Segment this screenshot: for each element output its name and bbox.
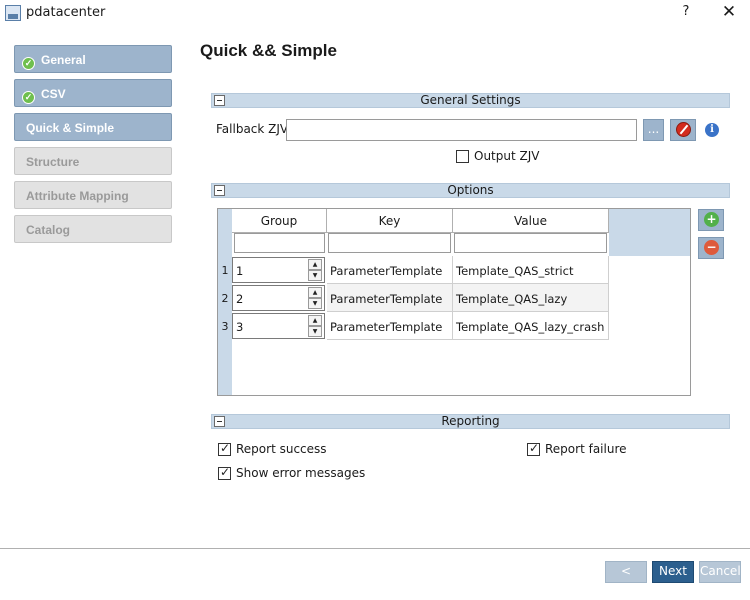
footer-divider <box>0 548 750 549</box>
general-settings-section-header[interactable]: General Settings <box>211 93 730 108</box>
row-number: 1 <box>221 264 229 277</box>
reporting-section-header[interactable]: Reporting <box>211 414 730 429</box>
filter-input-key[interactable] <box>328 233 451 253</box>
plus-icon: + <box>704 212 719 227</box>
clear-button[interactable] <box>670 119 696 141</box>
show-error-messages-checkbox[interactable] <box>218 465 231 480</box>
report-failure-label: Report failure <box>545 442 627 456</box>
stepper-value: 1 <box>236 264 244 278</box>
filter-input-group[interactable] <box>234 233 325 253</box>
decrement-icon[interactable]: ▼ <box>308 270 322 281</box>
increment-icon[interactable]: ▲ <box>308 315 322 326</box>
table-cell-key[interactable]: ParameterTemplate <box>327 256 453 284</box>
step-label: Quick & Simple <box>26 121 115 135</box>
options-section-header[interactable]: Options <box>211 183 730 198</box>
stepper-value: 3 <box>236 320 244 334</box>
fallback-zjv-input[interactable] <box>286 119 637 141</box>
increment-icon[interactable]: ▲ <box>308 287 322 298</box>
sidebar-step-quick-simple[interactable]: Quick & Simple <box>14 113 172 141</box>
report-success-label: Report success <box>236 442 327 456</box>
column-header-value[interactable]: Value <box>453 209 609 233</box>
table-cell-value[interactable]: Template_QAS_lazy_crash <box>453 312 609 340</box>
step-label: Attribute Mapping <box>26 189 129 203</box>
table-cell-key[interactable]: ParameterTemplate <box>327 284 453 312</box>
section-title: General Settings <box>420 93 521 107</box>
check-icon: ✓ <box>22 57 35 70</box>
section-title: Reporting <box>441 414 500 428</box>
show-error-messages-label: Show error messages <box>236 466 366 480</box>
remove-row-button[interactable]: − <box>698 237 724 259</box>
window-title: pdatacenter <box>26 5 106 20</box>
filter-input-value[interactable] <box>454 233 607 253</box>
sidebar-step-structure: Structure <box>14 147 172 175</box>
close-button[interactable]: ✕ <box>719 2 739 22</box>
column-header-key[interactable]: Key <box>327 209 453 233</box>
table-cell-key[interactable]: ParameterTemplate <box>327 312 453 340</box>
section-title: Options <box>447 183 494 197</box>
step-label: Catalog <box>26 223 71 237</box>
report-success-checkbox[interactable] <box>218 441 231 456</box>
output-zjv-label: Output ZJV <box>474 149 540 163</box>
sidebar-step-csv[interactable]: ✓ CSV <box>14 79 172 107</box>
decrement-icon[interactable]: ▼ <box>308 298 322 309</box>
report-failure-checkbox[interactable] <box>527 441 540 456</box>
minus-icon: − <box>704 240 719 255</box>
decrement-icon[interactable]: ▼ <box>308 326 322 337</box>
next-button[interactable]: Next > <box>652 561 694 597</box>
column-header-group[interactable]: Group <box>232 209 327 233</box>
group-stepper[interactable]: 3 ▲ ▼ <box>232 313 325 339</box>
app-icon <box>5 5 21 21</box>
table-cell-value[interactable]: Template_QAS_lazy <box>453 284 609 312</box>
step-label: Structure <box>26 155 80 169</box>
prohibit-icon <box>676 122 691 137</box>
sidebar-step-attribute-mapping: Attribute Mapping <box>14 181 172 209</box>
page-title: Quick && Simple <box>200 41 337 60</box>
increment-icon[interactable]: ▲ <box>308 259 322 270</box>
sidebar-step-catalog: Catalog <box>14 215 172 243</box>
info-icon[interactable]: i <box>705 123 719 137</box>
step-label: CSV <box>41 87 66 101</box>
output-zjv-checkbox[interactable] <box>456 150 469 163</box>
group-stepper[interactable]: 1 ▲ ▼ <box>232 257 325 283</box>
row-number: 3 <box>221 320 229 333</box>
group-stepper[interactable]: 2 ▲ ▼ <box>232 285 325 311</box>
add-row-button[interactable]: + <box>698 209 724 231</box>
table-cell-value[interactable]: Template_QAS_strict <box>453 256 609 284</box>
sidebar-step-general[interactable]: ✓ General <box>14 45 172 73</box>
step-label: General <box>41 53 86 67</box>
fallback-zjv-label: Fallback ZJV: <box>216 122 292 136</box>
browse-button[interactable]: ... <box>643 119 664 141</box>
check-icon: ✓ <box>22 91 35 104</box>
row-number: 2 <box>221 292 229 305</box>
cancel-button[interactable]: Cancel <box>699 561 741 583</box>
help-button[interactable]: ? <box>678 4 694 19</box>
back-button[interactable]: < Back <box>605 561 647 597</box>
stepper-value: 2 <box>236 292 244 306</box>
title-bar: pdatacenter ? ✕ <box>0 0 750 28</box>
